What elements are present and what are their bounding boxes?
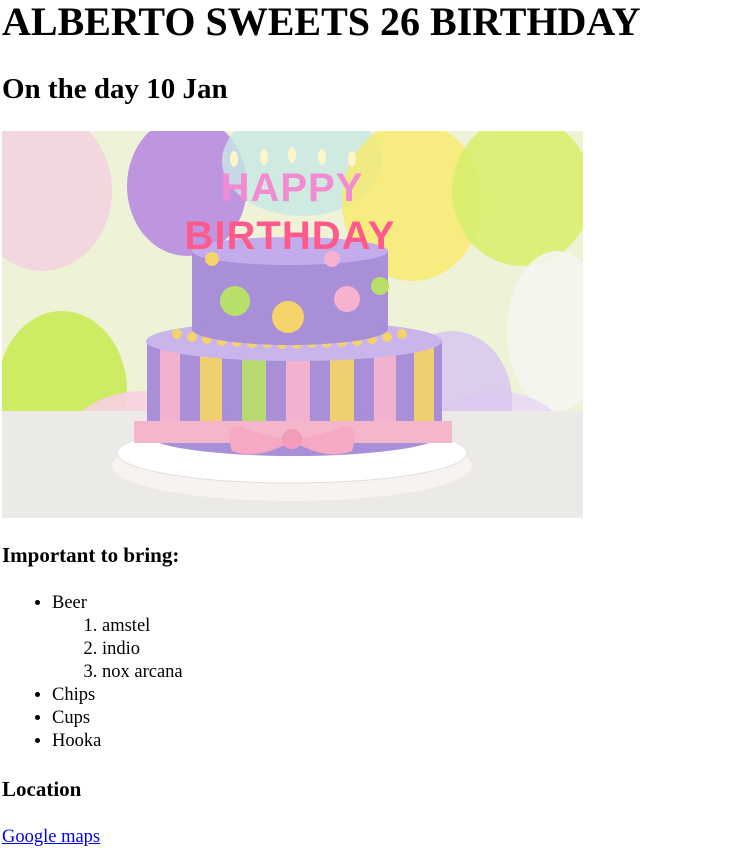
list-item: Hooka [52, 730, 183, 753]
bring-item-beer: Beer [52, 593, 87, 613]
list-item: indio [102, 638, 183, 661]
birthday-cake-image: HAPPY BIRTHDAY [2, 131, 583, 518]
list-item: Chips [52, 684, 183, 707]
list-item: nox arcana [102, 661, 183, 684]
location-heading: Location [2, 777, 82, 801]
google-maps-link[interactable]: Google maps [2, 826, 100, 849]
bring-list: Beer amstel indio nox arcana Chips Cups … [2, 592, 183, 753]
beer-brands-list: amstel indio nox arcana [52, 615, 183, 684]
list-item: amstel [102, 615, 183, 638]
page-title: ALBERTO SWEETS 26 BIRTHDAY [2, 0, 641, 44]
list-item: Beer amstel indio nox arcana [52, 592, 183, 684]
cake-illustration: HAPPY BIRTHDAY [2, 131, 583, 518]
event-date-heading: On the day 10 Jan [2, 73, 228, 105]
happy-topper: HAPPY [221, 166, 364, 210]
list-item: Cups [52, 707, 183, 730]
birthday-topper: BIRTHDAY [185, 214, 396, 258]
bring-list-heading: Important to bring: [2, 543, 180, 567]
